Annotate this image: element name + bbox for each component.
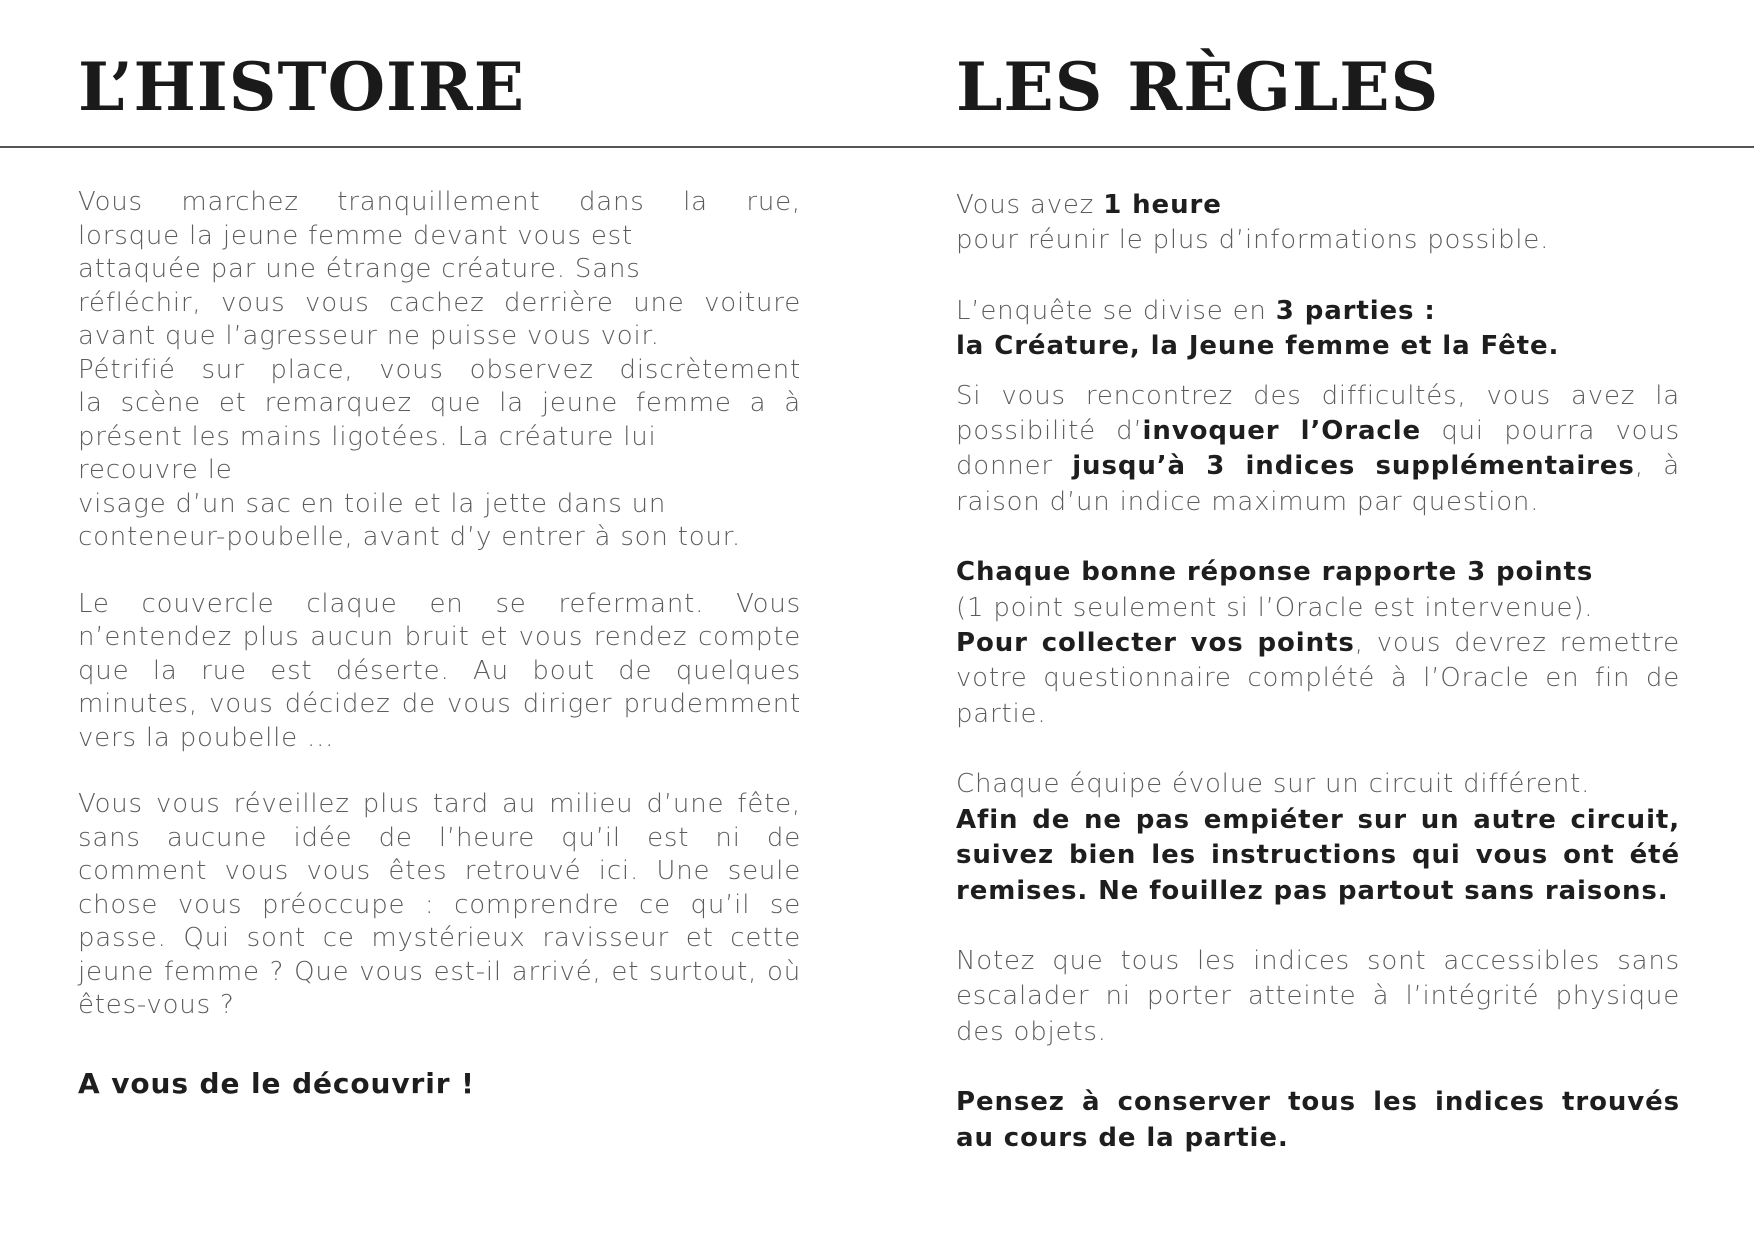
rule-time-text: Vous avez bbox=[956, 190, 1104, 220]
histoire-paragraph-3: Vous vous réveillez plus tard au milieu … bbox=[78, 789, 801, 1020]
rule-time-emphasis: 1 heure bbox=[1103, 190, 1222, 220]
histoire-line: la scène et remarquez que la jeune femme… bbox=[78, 388, 801, 418]
regles-title: LES RÈGLES bbox=[956, 48, 1440, 126]
histoire-line: recouvre le bbox=[78, 455, 233, 485]
rule-oracle: Si vous rencontrez des difficultés, vous… bbox=[956, 379, 1680, 521]
rule-time: Vous avez 1 heure pour réunir le plus d’… bbox=[956, 188, 1680, 259]
histoire-line: Vous marchez tranquillement dans la rue, bbox=[78, 187, 801, 217]
rule-points-emphasis: Chaque bonne réponse rapporte 3 points bbox=[956, 557, 1594, 588]
rule-circuit-text: Chaque équipe évolue sur un circuit diff… bbox=[956, 769, 1591, 800]
histoire-line: avant que l’agresseur ne puisse vous voi… bbox=[78, 321, 660, 351]
rule-parts-text: L’enquête se divise en bbox=[956, 295, 1276, 326]
histoire-line: présent les mains ligotées. La créature … bbox=[78, 421, 657, 452]
rule-access: Notez que tous les indices sont accessib… bbox=[956, 945, 1680, 1047]
histoire-line: Pétrifié sur place, vous observez discrè… bbox=[78, 354, 801, 385]
histoire-column: Vous marchez tranquillement dans la rue,… bbox=[78, 186, 801, 1100]
rule-parts-list: la Créature, la Jeune femme et la Fête. bbox=[956, 331, 1560, 362]
histoire-title: L’HISTOIRE bbox=[78, 48, 526, 126]
rule-parts-emphasis: 3 parties : bbox=[1275, 295, 1436, 326]
rule-oracle-emphasis: invoquer l’Oracle bbox=[1142, 416, 1422, 447]
rule-circuit-emphasis: Afin de ne pas empiéter sur un autre cir… bbox=[956, 804, 1680, 906]
histoire-paragraph-1: Vous marchez tranquillement dans la rue,… bbox=[78, 186, 801, 555]
rule-points: Chaque bonne réponse rapporte 3 points (1… bbox=[956, 555, 1680, 732]
histoire-line: réfléchir, vous vous cachez derrière une… bbox=[78, 287, 801, 318]
rule-time-text: pour réunir le plus d’informations possi… bbox=[956, 225, 1550, 256]
rule-points-text: (1 point seulement si l’Oracle est inter… bbox=[956, 592, 1594, 623]
rule-parts: L’enquête se divise en 3 parties : la Cré… bbox=[956, 294, 1680, 365]
histoire-paragraph-2: Le couvercle claque en se refermant. Vou… bbox=[78, 588, 801, 753]
histoire-line: lorsque la jeune femme devant vous est bbox=[78, 220, 634, 251]
rule-points-emphasis: Pour collecter vos points bbox=[956, 628, 1355, 659]
histoire-line: visage d’un sac en toile et la jette dan… bbox=[78, 488, 667, 519]
histoire-line: conteneur-poubelle, avant d’y entrer à s… bbox=[78, 522, 741, 552]
rule-keep: Pensez à conserver tous les indices trou… bbox=[956, 1087, 1680, 1153]
regles-column: Vous avez 1 heure pour réunir le plus d’… bbox=[956, 188, 1680, 1156]
rule-oracle-emphasis: jusqu’à 3 indices supplémentaires bbox=[1072, 451, 1635, 482]
histoire-closing: A vous de le découvrir ! bbox=[78, 1066, 475, 1100]
rule-circuit: Chaque équipe évolue sur un circuit diff… bbox=[956, 767, 1680, 909]
header-divider bbox=[0, 146, 1754, 148]
histoire-line: attaquée par une étrange créature. Sans bbox=[78, 254, 641, 284]
